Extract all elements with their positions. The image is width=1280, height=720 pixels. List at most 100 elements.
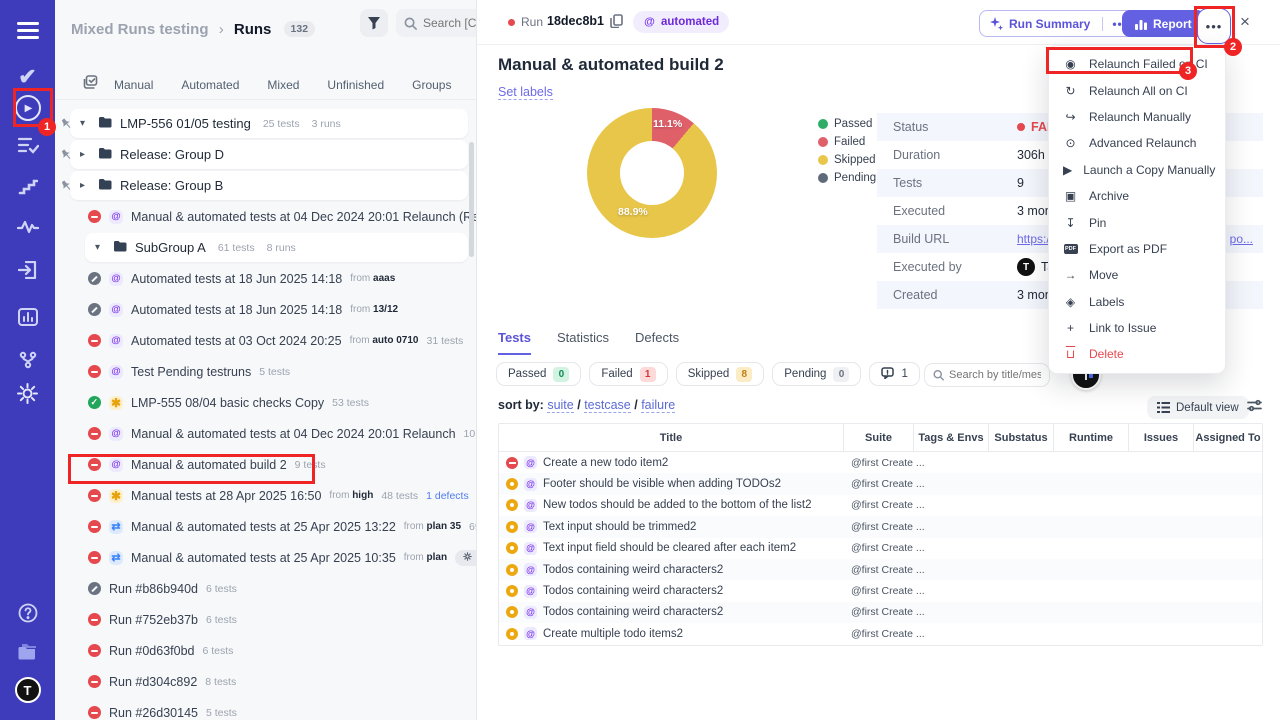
comments-chip[interactable]: 1 <box>869 362 919 386</box>
test-row[interactable]: @Todos containing weird characters2@firs… <box>499 559 1262 580</box>
column-settings-icon[interactable] <box>1247 399 1262 417</box>
detail-close-button[interactable]: × <box>1240 12 1250 32</box>
menu-item-advanced-relaunch[interactable]: ⊙Advanced Relaunch <box>1049 130 1225 156</box>
sort-link-testcase[interactable]: testcase <box>584 398 631 413</box>
column-header[interactable]: Tags & Envs <box>914 424 989 451</box>
sort-link-suite[interactable]: suite <box>547 398 573 413</box>
menu-item-archive[interactable]: ▣Archive <box>1049 183 1225 209</box>
menu-item-relaunch-all-ci[interactable]: ↻Relaunch All on CI <box>1049 77 1225 103</box>
folder-card[interactable]: ▸Release: Group D <box>70 140 468 169</box>
chevron-right-icon[interactable]: ▸ <box>80 180 90 191</box>
folder-row[interactable]: ▾SubGroup A61 tests8 runs <box>55 232 476 263</box>
menu-item-labels[interactable]: ◈Labels <box>1049 289 1225 315</box>
run-row[interactable]: @Test Pending testruns5 tests <box>55 356 476 387</box>
test-row[interactable]: @Create multiple todo items2@first Creat… <box>499 623 1262 644</box>
menu-item-link-to-issue[interactable]: +Link to Issue <box>1049 315 1225 341</box>
tests-search-input[interactable] <box>949 369 1041 381</box>
runs-search[interactable] <box>396 9 477 37</box>
pulse-icon[interactable] <box>0 212 55 242</box>
menu-item-relaunch-manually[interactable]: ↪Relaunch Manually <box>1049 104 1225 130</box>
tab-manual[interactable]: Manual <box>114 78 153 92</box>
import-icon[interactable] <box>0 255 55 285</box>
menu-item-move[interactable]: →Move <box>1049 262 1225 288</box>
branch-icon[interactable] <box>0 345 55 375</box>
projects-folder-icon[interactable] <box>0 637 55 667</box>
user-avatar[interactable]: T <box>0 675 55 705</box>
filter-chip-passed[interactable]: Passed0 <box>496 362 581 386</box>
tests-search[interactable] <box>924 363 1050 387</box>
column-header[interactable]: Issues <box>1129 424 1194 451</box>
run-row[interactable]: @Manual & automated tests at 04 Dec 2024… <box>55 418 476 449</box>
menu-item-delete[interactable]: ⊔Delete <box>1049 341 1225 367</box>
test-row[interactable]: @Todos containing weird characters2@firs… <box>499 602 1262 623</box>
tab-unfinished[interactable]: Unfinished <box>327 78 384 92</box>
run-row[interactable]: @Automated tests at 18 Jun 2025 14:18fro… <box>55 294 476 325</box>
settings-gear-icon[interactable] <box>0 378 55 408</box>
run-row[interactable]: @Manual & automated tests at 04 Dec 2024… <box>55 201 476 232</box>
column-header[interactable]: Substatus <box>989 424 1054 451</box>
report-button[interactable]: Report <box>1122 10 1205 37</box>
column-header[interactable]: Title <box>499 424 844 451</box>
run-row[interactable]: ✱Manual tests at 28 Apr 2025 16:50from h… <box>55 480 476 511</box>
folder-row[interactable]: ▸Release: Group B <box>55 170 476 201</box>
run-row[interactable]: Run #0d63f0bd6 tests <box>55 635 476 666</box>
filter-chip-failed[interactable]: Failed1 <box>589 362 667 386</box>
run-row[interactable]: Run #b86b940d6 tests <box>55 573 476 604</box>
folder-row[interactable]: ▸Release: Group D <box>55 139 476 170</box>
filter-chip-pending[interactable]: Pending0 <box>772 362 861 386</box>
test-row[interactable]: @New todos should be added to the bottom… <box>499 495 1262 516</box>
runs-search-input[interactable] <box>423 16 477 30</box>
runs-scrollbar[interactable] <box>469 142 474 257</box>
automated-badge[interactable]: @ automated <box>633 11 729 33</box>
run-row[interactable]: Run #26d301455 tests <box>55 697 476 720</box>
check-icon[interactable]: ✔ <box>0 62 55 92</box>
menu-item-launch-copy-manually[interactable]: ▶Launch a Copy Manually <box>1049 157 1225 183</box>
build-url-fragment[interactable]: po... <box>1230 232 1253 246</box>
run-defects-link[interactable]: 1 defects <box>426 490 469 502</box>
run-row[interactable]: ✱LMP-555 08/04 basic checks Copy53 tests <box>55 387 476 418</box>
test-row[interactable]: @Text input should be trimmed2@first Cre… <box>499 516 1262 537</box>
column-header[interactable]: Assigned To <box>1194 424 1262 451</box>
list-check-icon[interactable] <box>0 130 55 160</box>
run-row[interactable]: ⇄Manual & automated tests at 25 Apr 2025… <box>55 542 476 573</box>
results-donut-chart[interactable] <box>587 108 717 238</box>
menu-icon[interactable] <box>0 15 55 45</box>
multi-select-icon[interactable] <box>83 75 98 94</box>
more-actions-button[interactable]: ••• <box>1197 8 1231 44</box>
column-header[interactable]: Runtime <box>1054 424 1129 451</box>
folder-card[interactable]: ▾SubGroup A61 tests8 runs <box>85 233 468 262</box>
tab-defects[interactable]: Defects <box>635 330 679 355</box>
test-row[interactable]: @Text input field should be cleared afte… <box>499 538 1262 559</box>
sort-link-failure[interactable]: failure <box>641 398 675 413</box>
chevron-down-icon[interactable]: ▾ <box>80 118 90 129</box>
column-header[interactable]: Suite <box>844 424 914 451</box>
copy-run-id-icon[interactable] <box>610 14 623 33</box>
run-row[interactable]: Run #d304c8928 tests <box>55 666 476 697</box>
steps-icon[interactable] <box>0 172 55 202</box>
help-icon[interactable] <box>0 598 55 628</box>
filter-chip-skipped[interactable]: Skipped8 <box>676 362 765 386</box>
test-row[interactable]: @Todos containing weird characters2@firs… <box>499 580 1262 601</box>
chevron-down-icon[interactable]: ▾ <box>95 242 105 253</box>
set-labels-link[interactable]: Set labels <box>498 85 553 100</box>
run-row[interactable]: @Manual & automated build 29 tests <box>55 449 476 480</box>
tab-tests[interactable]: Tests <box>498 330 531 355</box>
run-row[interactable]: @Automated tests at 03 Oct 2024 20:25fro… <box>55 325 476 356</box>
test-row[interactable]: @Create a new todo item2@first Create ..… <box>499 452 1262 473</box>
menu-item-pin[interactable]: ↧Pin <box>1049 209 1225 235</box>
menu-item-export-pdf[interactable]: PDFExport as PDF <box>1049 236 1225 262</box>
analytics-icon[interactable] <box>0 302 55 332</box>
run-row[interactable]: Run #752eb37b6 tests <box>55 604 476 635</box>
tab-groups[interactable]: Groups <box>412 78 451 92</box>
folder-card[interactable]: ▾LMP-556 01/05 testing25 tests3 runs <box>70 109 468 138</box>
chevron-right-icon[interactable]: ▸ <box>80 149 90 160</box>
folder-card[interactable]: ▸Release: Group B <box>70 171 468 200</box>
default-view-button[interactable]: Default view <box>1147 396 1249 419</box>
tab-automated[interactable]: Automated <box>181 78 239 92</box>
run-row[interactable]: @Automated tests at 18 Jun 2025 14:18fro… <box>55 263 476 294</box>
test-row[interactable]: @Footer should be visible when adding TO… <box>499 473 1262 494</box>
runs-play-icon[interactable]: ▶ <box>0 93 55 123</box>
tab-statistics[interactable]: Statistics <box>557 330 609 355</box>
run-row[interactable]: ⇄Manual & automated tests at 25 Apr 2025… <box>55 511 476 542</box>
folder-row[interactable]: ▾LMP-556 01/05 testing25 tests3 runs <box>55 108 476 139</box>
